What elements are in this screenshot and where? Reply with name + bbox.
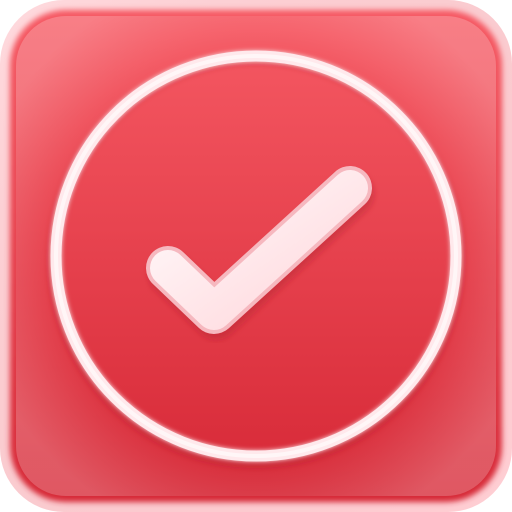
app-icon-stage (0, 0, 512, 512)
app-icon[interactable] (0, 0, 512, 512)
